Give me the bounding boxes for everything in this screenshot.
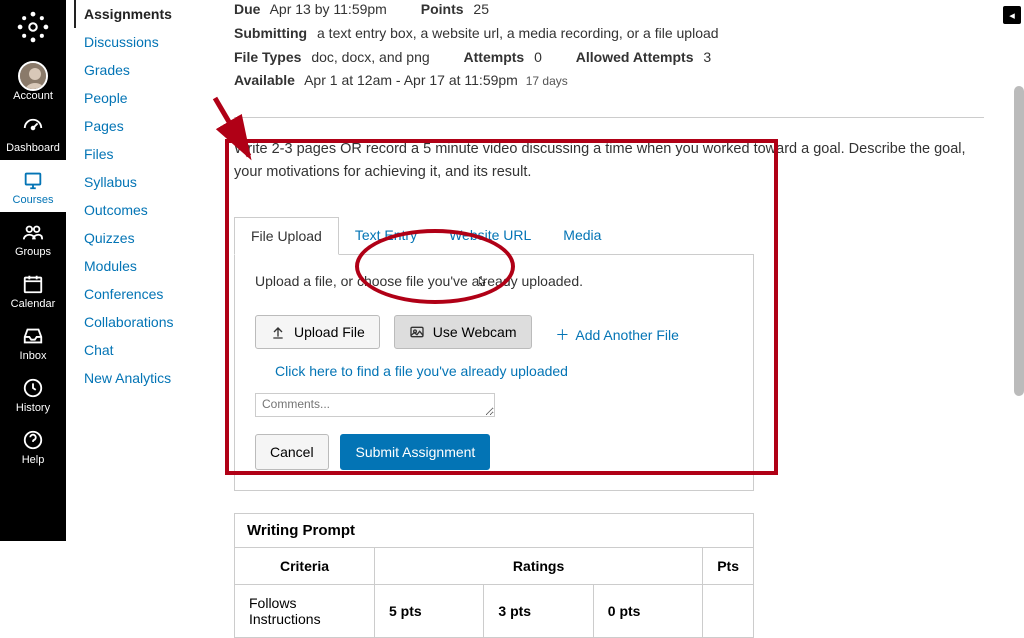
add-another-file-link[interactable]: ＋ Add Another File	[555, 325, 679, 345]
inbox-icon	[22, 324, 44, 348]
cancel-button[interactable]: Cancel	[255, 434, 329, 470]
submitting-label: Submitting	[234, 25, 307, 41]
add-another-label: Add Another File	[575, 327, 679, 343]
course-nav-syllabus[interactable]: Syllabus	[76, 168, 194, 196]
rubric-rating-3: 0 pts	[593, 584, 702, 637]
course-nav-quizzes[interactable]: Quizzes	[76, 224, 194, 252]
rubric-rating-2: 3 pts	[484, 584, 593, 637]
nav-dashboard[interactable]: Dashboard	[0, 108, 66, 160]
submit-assignment-button[interactable]: Submit Assignment	[340, 434, 490, 470]
available-value: Apr 1 at 12am - Apr 17 at 11:59pm	[304, 72, 518, 88]
assignment-instructions: Write 2-3 pages OR record a 5 minute vid…	[234, 138, 984, 184]
global-nav: Account Dashboard Courses Groups Calenda…	[0, 0, 66, 541]
rubric-pts-header: Pts	[703, 547, 754, 584]
content-area: Due Apr 13 by 11:59pm Points 25 Submitti…	[204, 0, 1014, 541]
course-nav-newanalytics[interactable]: New Analytics	[76, 364, 194, 392]
available-days: 17 days	[526, 74, 568, 88]
find-uploaded-file-link[interactable]: Click here to find a file you've already…	[275, 363, 733, 379]
rubric-row: Follows Instructions 5 pts 3 pts 0 pts	[235, 584, 754, 637]
rubric-rating-1: 5 pts	[375, 584, 484, 637]
filetypes-value: doc, docx, and png	[311, 49, 429, 65]
nav-dashboard-label: Dashboard	[6, 142, 60, 154]
points-value: 25	[473, 1, 489, 17]
submission-tabs: File Upload Text Entry Website URL Media	[234, 217, 754, 255]
course-nav: Assignments Discussions Grades People Pa…	[66, 0, 204, 541]
rubric-pts-cell	[703, 584, 754, 637]
nav-history[interactable]: History	[0, 368, 66, 420]
upload-file-label: Upload File	[294, 324, 365, 340]
nav-calendar[interactable]: Calendar	[0, 264, 66, 316]
course-nav-conferences[interactable]: Conferences	[76, 280, 194, 308]
tab-website-url[interactable]: Website URL	[433, 217, 547, 254]
course-nav-modules[interactable]: Modules	[76, 252, 194, 280]
course-nav-collaborations[interactable]: Collaborations	[76, 308, 194, 336]
upload-hint: Upload a file, or choose file you've alr…	[255, 273, 733, 289]
course-nav-discussions[interactable]: Discussions	[76, 28, 194, 56]
course-nav-grades[interactable]: Grades	[76, 56, 194, 84]
allowed-value: 3	[703, 49, 711, 65]
course-nav-outcomes[interactable]: Outcomes	[76, 196, 194, 224]
nav-account[interactable]: Account	[0, 56, 66, 108]
avatar-icon	[18, 61, 48, 91]
course-nav-people[interactable]: People	[76, 84, 194, 112]
due-label: Due	[234, 1, 260, 17]
help-icon	[22, 428, 44, 452]
rubric-ratings-header: Ratings	[375, 547, 703, 584]
courses-icon	[22, 168, 44, 192]
tab-text-entry[interactable]: Text Entry	[339, 217, 433, 254]
tab-media[interactable]: Media	[547, 217, 617, 254]
upload-file-button[interactable]: Upload File	[255, 315, 380, 349]
rubric-row-criteria: Follows Instructions	[235, 584, 375, 637]
rubric-criteria-header: Criteria	[235, 547, 375, 584]
scrollbar[interactable]	[1014, 86, 1024, 396]
top-right-badge[interactable]: ◂	[1003, 6, 1021, 24]
nav-calendar-label: Calendar	[11, 298, 56, 310]
history-icon	[22, 376, 44, 400]
available-label: Available	[234, 72, 295, 88]
course-nav-chat[interactable]: Chat	[76, 336, 194, 364]
file-upload-panel: Upload a file, or choose file you've alr…	[234, 255, 754, 491]
use-webcam-button[interactable]: Use Webcam	[394, 315, 532, 349]
rubric-table: Criteria Ratings Pts Follows Instruction…	[234, 547, 754, 638]
allowed-label: Allowed Attempts	[576, 49, 694, 65]
dashboard-icon	[22, 116, 44, 140]
comments-input[interactable]	[255, 393, 495, 417]
upload-icon	[270, 324, 286, 340]
plus-icon: ＋	[555, 325, 569, 345]
nav-courses-label: Courses	[13, 194, 54, 206]
groups-icon	[22, 220, 44, 244]
rubric-title: Writing Prompt	[234, 513, 754, 547]
due-value: Apr 13 by 11:59pm	[270, 1, 387, 17]
cursor-pointer-icon	[474, 275, 488, 294]
nav-inbox-label: Inbox	[20, 350, 47, 362]
use-webcam-label: Use Webcam	[433, 324, 517, 340]
attempts-value: 0	[534, 49, 542, 65]
webcam-icon	[409, 324, 425, 340]
nav-groups-label: Groups	[15, 246, 51, 258]
nav-help[interactable]: Help	[0, 420, 66, 472]
nav-inbox[interactable]: Inbox	[0, 316, 66, 368]
nav-groups[interactable]: Groups	[0, 212, 66, 264]
course-nav-pages[interactable]: Pages	[76, 112, 194, 140]
canvas-logo[interactable]	[14, 8, 52, 46]
attempts-label: Attempts	[464, 49, 525, 65]
nav-account-label: Account	[13, 90, 53, 102]
assignment-details: Due Apr 13 by 11:59pm Points 25 Submitti…	[234, 0, 984, 118]
submitting-value: a text entry box, a website url, a media…	[317, 25, 719, 41]
course-nav-assignments[interactable]: Assignments	[74, 0, 194, 28]
nav-history-label: History	[16, 402, 50, 414]
course-nav-files[interactable]: Files	[76, 140, 194, 168]
filetypes-label: File Types	[234, 49, 301, 65]
nav-help-label: Help	[22, 454, 45, 466]
tab-file-upload[interactable]: File Upload	[234, 217, 339, 255]
nav-courses[interactable]: Courses	[0, 160, 66, 212]
points-label: Points	[421, 1, 464, 17]
calendar-icon	[22, 272, 44, 296]
